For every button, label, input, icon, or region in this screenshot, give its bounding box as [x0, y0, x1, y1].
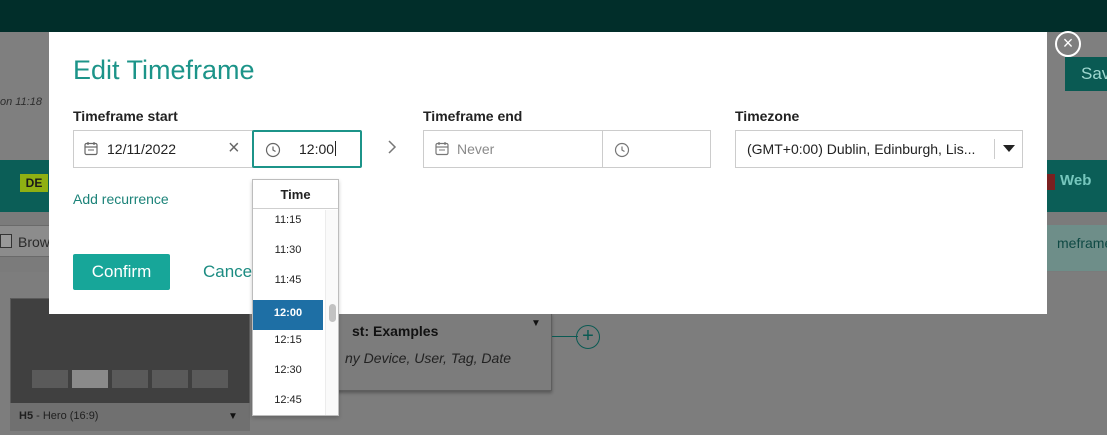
- end-date-placeholder: Never: [457, 141, 495, 157]
- web-label-text: Web: [1060, 172, 1092, 189]
- timeframe-start-label: Timeframe start: [73, 108, 178, 124]
- hero-thumbnails: [32, 370, 228, 388]
- time-option[interactable]: 11:15: [253, 210, 323, 240]
- time-dropdown-scrollbar[interactable]: [325, 210, 338, 415]
- thumbnail[interactable]: [32, 370, 68, 388]
- caret-down-icon[interactable]: [1003, 145, 1015, 152]
- timezone-select[interactable]: (GMT+0:00) Dublin, Edinburgh, Lis...: [735, 130, 1023, 168]
- text-cursor: [335, 141, 337, 156]
- start-time-value: 12:00: [299, 141, 335, 157]
- examples-title: st: Examples: [352, 323, 439, 339]
- connector-line: [552, 336, 578, 337]
- thumbnail-active[interactable]: [72, 370, 108, 388]
- time-option[interactable]: 12:30: [253, 360, 323, 390]
- card-footer-bold: H5: [19, 410, 34, 422]
- clear-icon[interactable]: ×: [228, 137, 240, 160]
- card-footer-rest: - Hero (16:9): [33, 410, 99, 422]
- last-saved-text: on 11:18: [0, 96, 43, 108]
- app-top-bar: [0, 0, 1107, 32]
- timeframe-end-label: Timeframe end: [423, 108, 523, 124]
- start-time-field[interactable]: 12:00: [252, 130, 362, 168]
- thumbnail[interactable]: [192, 370, 228, 388]
- add-node-icon[interactable]: +: [576, 325, 600, 349]
- clock-icon: [614, 142, 630, 158]
- language-badge: DE: [20, 174, 48, 192]
- start-date-field[interactable]: 12/11/2022 ×: [73, 130, 253, 168]
- end-time-field[interactable]: [602, 130, 711, 168]
- thumbnail[interactable]: [112, 370, 148, 388]
- start-time-input[interactable]: 12:00: [299, 141, 337, 157]
- card-caret-down-icon[interactable]: ▼: [228, 411, 238, 422]
- close-icon[interactable]: ×: [1055, 31, 1081, 57]
- browse-checkbox[interactable]: [0, 234, 12, 248]
- save-button[interactable]: Sav: [1065, 57, 1107, 91]
- calendar-icon: [84, 142, 98, 156]
- cancel-button[interactable]: Cance: [203, 262, 252, 282]
- time-option[interactable]: 11:30: [253, 240, 323, 270]
- examples-caret-down-icon[interactable]: ▼: [531, 318, 541, 329]
- time-dropdown-header: Time: [253, 180, 338, 209]
- time-list: 11:15 11:30 11:45 12:00 12:15 12:30 12:4…: [253, 210, 323, 415]
- thumbnail[interactable]: [152, 370, 188, 388]
- time-dropdown: Time 11:15 11:30 11:45 12:00 12:15 12:30…: [252, 179, 339, 416]
- time-option[interactable]: 11:45: [253, 270, 323, 300]
- end-date-field[interactable]: Never: [423, 130, 603, 168]
- modal-title: Edit Timeframe: [73, 55, 255, 85]
- time-option-selected[interactable]: 12:00: [253, 300, 323, 330]
- timeframe-tab[interactable]: meframe: [1047, 225, 1107, 271]
- scrollbar-thumb[interactable]: [329, 304, 336, 322]
- chevron-right-icon: [388, 140, 397, 154]
- examples-subtitle: ny Device, User, Tag, Date: [345, 350, 512, 366]
- hero-card-footer[interactable]: H5 - Hero (16:9): [10, 403, 250, 431]
- web-label[interactable]: Web: [1042, 172, 1091, 189]
- start-date-value: 12/11/2022: [107, 141, 177, 157]
- confirm-button[interactable]: Confirm: [73, 254, 170, 290]
- browse-label: Brow: [18, 234, 50, 250]
- clock-icon: [265, 142, 281, 158]
- calendar-icon: [435, 142, 449, 156]
- add-recurrence-link[interactable]: Add recurrence: [73, 191, 169, 207]
- time-option[interactable]: 12:45: [253, 390, 323, 415]
- timezone-label: Timezone: [735, 108, 800, 124]
- time-option[interactable]: 12:15: [253, 330, 323, 360]
- timezone-value: (GMT+0:00) Dublin, Edinburgh, Lis...: [747, 141, 976, 157]
- select-divider: [994, 139, 995, 159]
